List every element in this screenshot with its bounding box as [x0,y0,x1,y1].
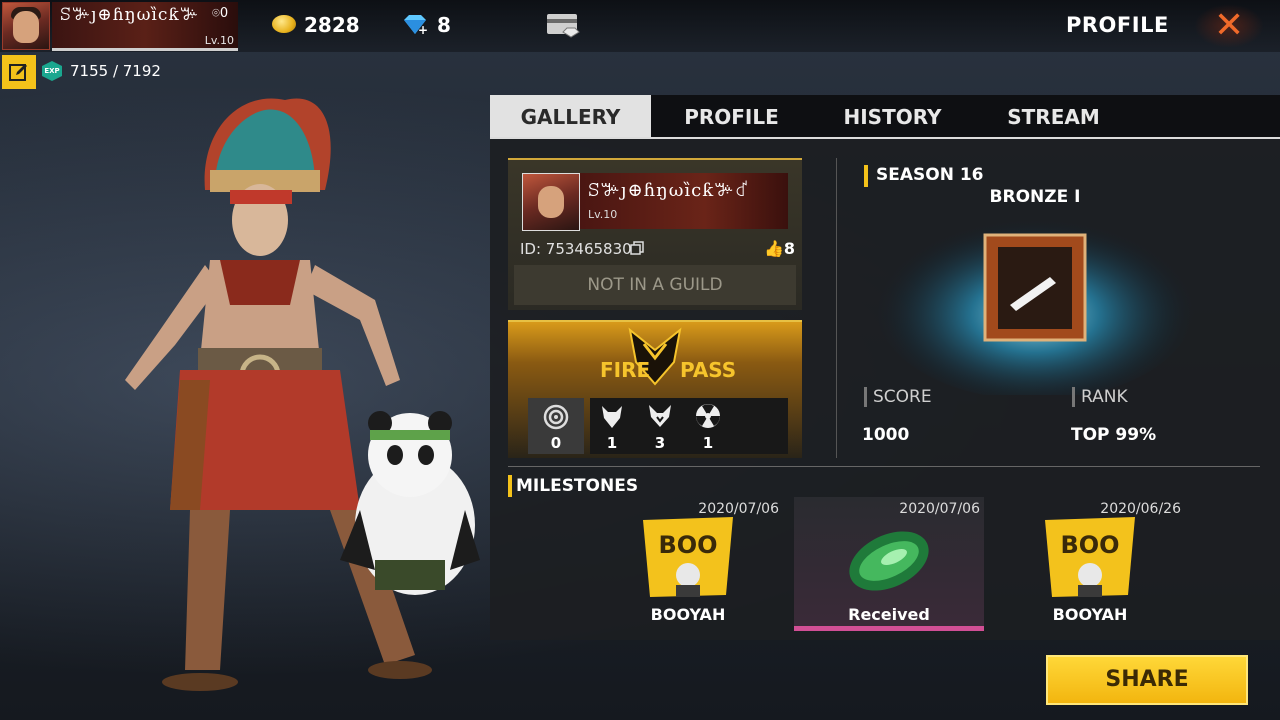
fire-pass-card[interactable]: FIRE PASS 0 1 3 1 [508,320,802,458]
fire-pass-word-fire: FIRE [600,358,651,382]
rank-label: RANK [1072,387,1128,407]
likes-counter[interactable]: 👍8 [764,239,795,258]
player-card-name: ꕶꔑȷ⊕ɦŋωȉcƙꔑ꒮ [588,180,750,201]
page-title: PROFILE [1066,13,1169,37]
player-level: Lv.10 [204,34,234,47]
player-card-avatar [522,173,580,231]
season-accent-bar [864,165,868,187]
edit-profile-button[interactable] [2,55,36,89]
fire-pass-badge: 0 [528,398,584,454]
exp-icon: EXP [42,61,62,81]
milestone-label: Received [848,605,930,624]
score-label: SCORE [864,387,932,407]
vertical-divider [836,158,837,458]
thumbs-up-icon: 👍 [764,239,784,258]
badge-counter: ⌾0 [212,6,229,21]
likes-count: 8 [783,239,796,258]
milestone-item[interactable]: 2020/07/06 BOO BOOYAH [593,497,783,631]
token-radiation-count: 1 [702,434,714,452]
player-id: ID: 753465830 [520,240,632,258]
tab-history[interactable]: HISTORY [812,95,973,139]
tab-bar: GALLERY PROFILE HISTORY STREAM [490,95,1280,139]
share-button[interactable]: SHARE [1046,655,1248,705]
parachute-icon [849,531,929,591]
milestones-title: MILESTONES [516,476,639,496]
rank-value: TOP 99% [1071,425,1157,445]
profile-panel: GALLERY PROFILE HISTORY STREAM ꕶꔑȷ⊕ɦŋωȉc… [490,95,1280,640]
player-name: ꕶꔑȷ⊕ɦŋωȉcƙꔑ [60,5,200,25]
diamond-balance: 8 [437,13,451,37]
token-radiation: 1 [686,398,730,454]
player-namecard[interactable]: ꕶꔑȷ⊕ɦŋωȉcƙꔑ ⌾0 Lv.10 [52,2,238,50]
player-card-level: Lv.10 [588,208,618,221]
bronze-rank-badge-icon[interactable] [870,195,1200,395]
radiation-icon [696,404,720,428]
membership-card-icon[interactable] [545,12,581,38]
season-label: SEASON 16 [876,165,984,185]
fire-pass-logo-icon [628,327,682,386]
close-button[interactable]: ✕ [1194,4,1264,48]
coin-balance: 2828 [304,13,360,37]
booyah-icon: BOO [643,517,733,597]
fire-pass-badge-count: 0 [550,434,562,452]
edit-icon [9,64,27,81]
target-badge-icon [543,404,569,430]
booyah-icon: BOO [1045,517,1135,597]
tab-underline [490,137,1280,139]
player-card: ꕶꔑȷ⊕ɦŋωȉcƙꔑ꒮ Lv.10 ID: 753465830 👍8 NOT … [508,158,802,310]
milestone-item[interactable]: 2020/07/06 Received [794,497,984,631]
share-button-label: SHARE [1105,667,1189,692]
wolf-icon [602,406,622,428]
token-fox-count: 3 [654,434,666,452]
tab-stream[interactable]: STREAM [973,95,1134,139]
feather-headdress-icon [204,98,331,192]
milestones-accent-bar [508,475,512,497]
svg-text:+: + [418,23,428,36]
exp-value: 7155 / 7192 [70,62,161,80]
gold-coin-icon [272,15,296,33]
top-bar: ꕶꔑȷ⊕ɦŋωȉcƙꔑ ⌾0 Lv.10 2828 + 8 PROFILE ✕ [0,0,1280,52]
horizontal-divider [508,466,1260,467]
diamond-icon[interactable]: + [400,14,430,36]
copy-id-icon[interactable] [630,241,644,255]
fire-pass-tokens: 1 3 1 [590,398,788,454]
svg-text:BOO: BOO [1060,531,1119,559]
score-value: 1000 [862,425,910,445]
milestone-label: BOOYAH [1052,605,1128,624]
fox-icon [649,405,671,427]
player-avatar[interactable] [2,2,50,50]
tab-gallery[interactable]: GALLERY [490,95,651,139]
close-icon: ✕ [1214,5,1245,46]
milestone-item[interactable]: 2020/06/26 BOO BOOYAH [995,497,1185,631]
svg-text:BOO: BOO [658,531,717,559]
milestone-label: BOOYAH [650,605,726,624]
token-wolf-count: 1 [606,434,618,452]
level-progress-bar [52,48,238,51]
guild-status: NOT IN A GUILD [514,265,796,305]
fire-pass-word-pass: PASS [680,358,737,382]
token-fox: 3 [638,398,682,454]
token-wolf: 1 [590,398,634,454]
tab-profile[interactable]: PROFILE [651,95,812,139]
